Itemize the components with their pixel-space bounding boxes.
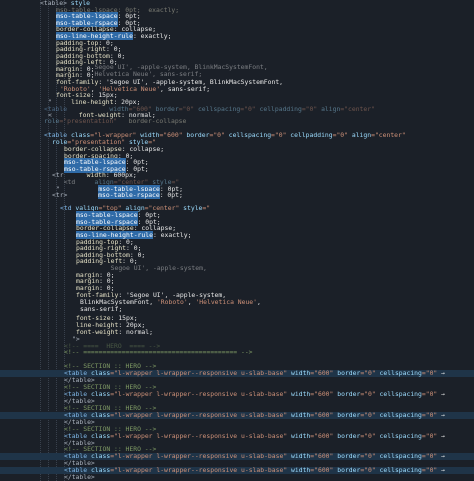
code-token: <td (60, 204, 72, 212)
code-token: </table> (64, 473, 95, 481)
code-token: mso-table-rspace (98, 191, 160, 199)
code-line[interactable]: role="presentation" border-collapse (0, 117, 474, 125)
code-token: width (287, 452, 311, 460)
code-token: → (437, 466, 445, 474)
code-token: 'Roboto' (156, 298, 188, 306)
code-token: ="0" (332, 131, 348, 139)
code-token: ="600" (310, 411, 334, 419)
code-line[interactable]: <!-- ===================================… (0, 348, 474, 356)
code-token: : exactly; (152, 231, 192, 239)
code-token: width (287, 432, 311, 440)
code-token: → (437, 369, 445, 377)
code-token: ="0" (421, 432, 438, 440)
code-token: : normal; (118, 328, 153, 336)
code-token: → (437, 432, 445, 440)
code-token: : exactly; (132, 32, 172, 40)
code-token: =" (202, 204, 211, 212)
code-token: width (287, 390, 311, 398)
code-token: border (333, 369, 361, 377)
code-token: ="center" (371, 131, 406, 139)
code-token: ="600" (310, 452, 334, 460)
code-token: ="0" (360, 452, 376, 460)
code-token: ="600" (310, 466, 334, 474)
code-token: cellspacing (375, 466, 422, 474)
code-token: ="0" (360, 432, 376, 440)
code-token: border (333, 452, 361, 460)
code-token: ="600" (159, 131, 183, 139)
code-token: cellspacing (375, 452, 422, 460)
code-token: ="l-wrapper l-wrapper--responsive u-slab… (110, 452, 288, 460)
code-token: → (437, 452, 445, 460)
code-token: align (348, 131, 372, 139)
code-token: ="600" (310, 432, 334, 440)
code-token: ="l-wrapper l-wrapper--responsive u-slab… (110, 466, 288, 474)
code-token: ="0" (360, 390, 376, 398)
code-line[interactable]: </table> (0, 473, 474, 481)
code-token: cellspacing (375, 390, 422, 398)
code-token: ="0" (421, 390, 438, 398)
code-token: font-weight (76, 328, 119, 336)
code-token: border (182, 131, 210, 139)
code-token: <tr> (52, 191, 68, 199)
code-token: ="0" (209, 131, 225, 139)
code-token: ="600" (310, 369, 334, 377)
code-token: role (44, 117, 60, 125)
code-token: cellspacing (224, 131, 272, 139)
code-token: ="0" (421, 411, 438, 419)
code-token: ="l-wrapper l-wrapper--responsive u-slab… (110, 432, 288, 440)
code-token: → (437, 411, 445, 419)
code-token: cellspacing (375, 432, 422, 440)
code-token: border (333, 390, 361, 398)
code-token: ="0" (360, 411, 376, 419)
code-token: ="0" (360, 369, 376, 377)
code-editor[interactable]: <table> style mso-table-lspace: 0pt; exac… (0, 0, 474, 481)
code-token: ="600" (310, 390, 334, 398)
code-line[interactable]: sans-serif; (0, 305, 474, 313)
code-token: border (333, 411, 361, 419)
code-token: ="0" (421, 369, 438, 377)
code-token: ="0" (421, 452, 438, 460)
code-token: border (333, 432, 361, 440)
code-token: → (437, 390, 445, 398)
code-token: : 0pt; (159, 191, 183, 199)
code-token: ="l-wrapper l-wrapper--responsive u-slab… (110, 411, 288, 419)
code-token: <!-- ===================================… (64, 348, 253, 356)
code-token: ="0" (271, 131, 287, 139)
code-token: cellspacing (375, 369, 422, 377)
code-token: style (179, 204, 203, 212)
code-token: ="l-wrapper l-wrapper--responsive u-slab… (110, 390, 288, 398)
code-token: cellpadding (286, 131, 333, 139)
code-token: cellspacing (375, 411, 422, 419)
code-token: border-collapse (128, 117, 187, 125)
code-token: border (333, 466, 361, 474)
code-token: ="0" (360, 466, 376, 474)
code-token: ="l-wrapper l-wrapper--responsive u-slab… (110, 369, 288, 377)
code-line[interactable]: <tr> mso-table-rspace: 0pt; (0, 191, 474, 199)
code-token: width (287, 466, 311, 474)
code-token: sans-serif; (80, 305, 123, 313)
code-token: 'Helvetica Neue' (195, 298, 257, 306)
code-token: width (287, 369, 311, 377)
code-token: , (257, 298, 261, 306)
code-token: width (287, 411, 311, 419)
code-token: ="presentation" (59, 117, 118, 125)
code-token: ="0" (421, 466, 438, 474)
